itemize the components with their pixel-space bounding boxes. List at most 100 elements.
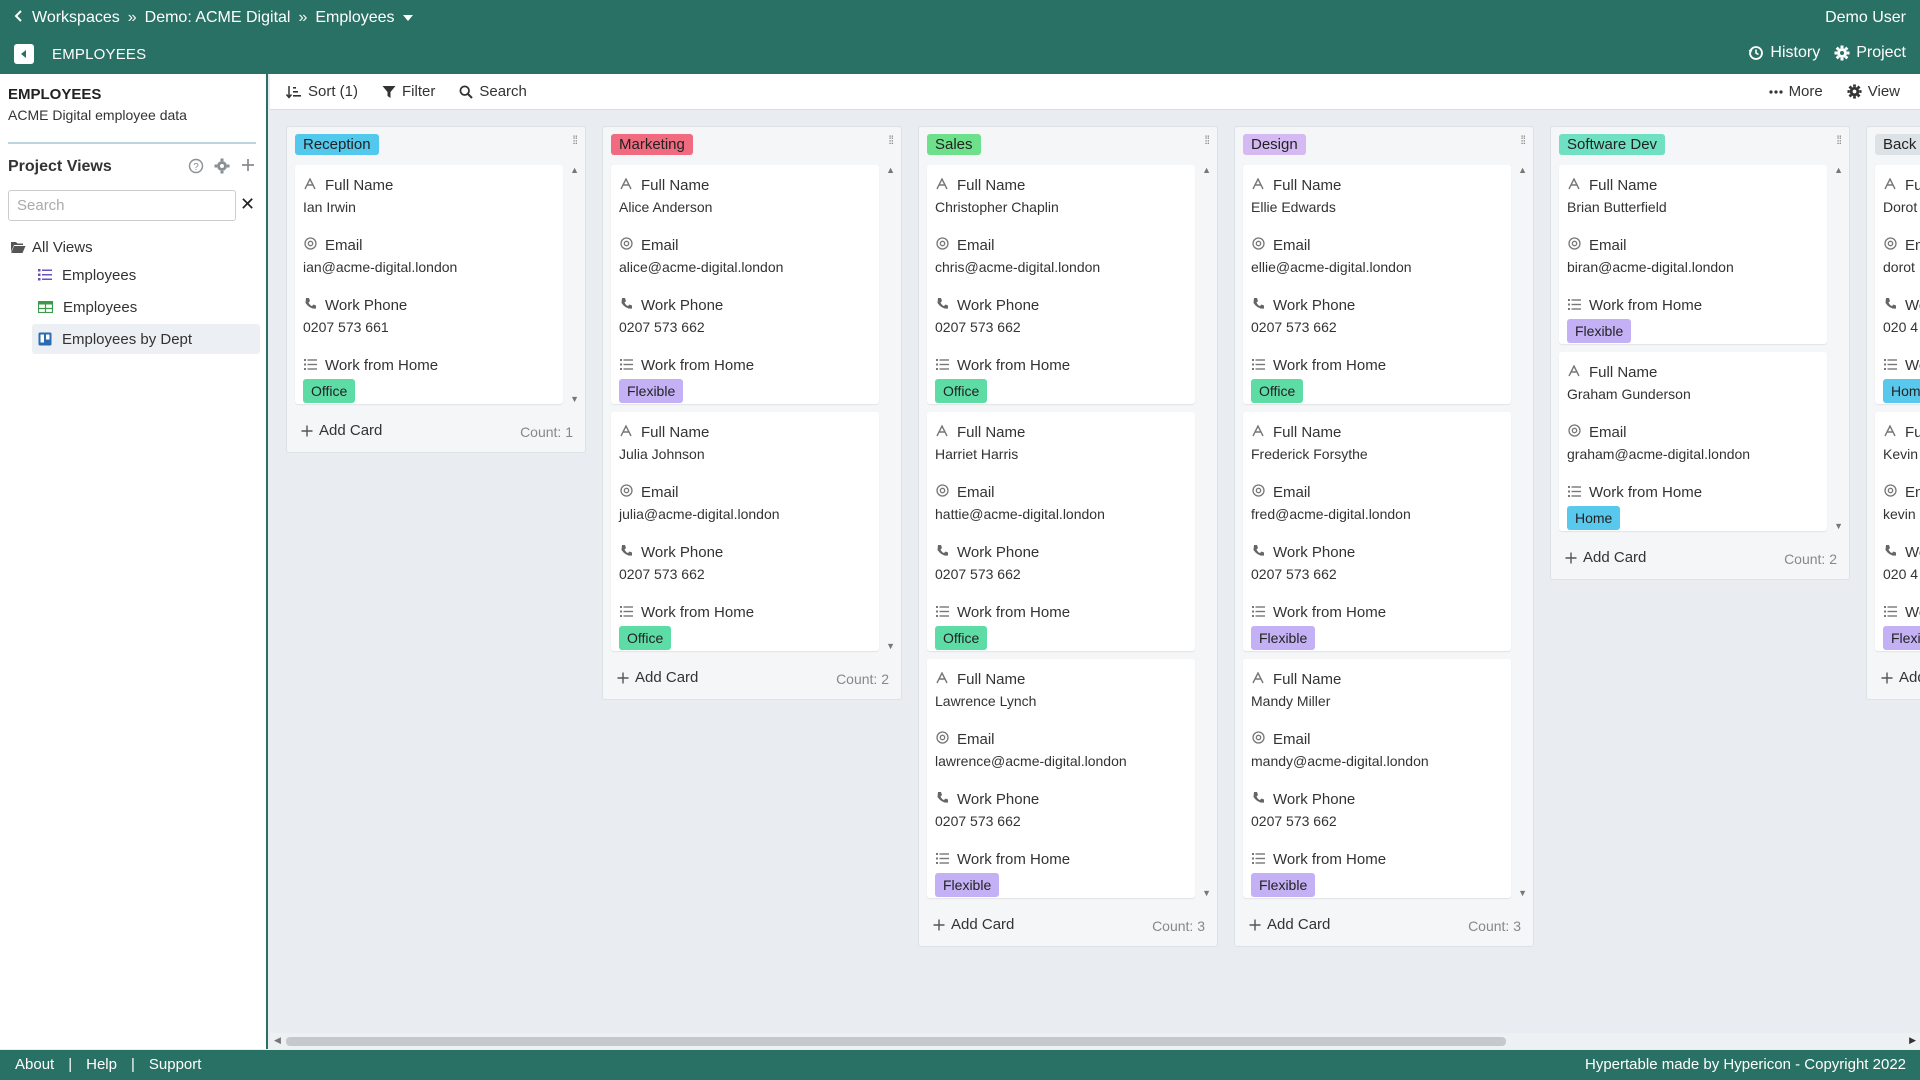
work-from-home-field-label: Work from Home [1251, 848, 1503, 870]
drag-handle-icon[interactable]: ⁞⁞ [1520, 134, 1526, 146]
employee-card[interactable]: Full Name Lawrence Lynch Email lawrence@acm… [927, 659, 1195, 898]
scroll-up-icon[interactable]: ▲ [1834, 165, 1843, 175]
all-views-folder[interactable]: All Views [10, 236, 260, 258]
sort-button[interactable]: Sort (1) [286, 83, 358, 100]
project-button[interactable]: Project [1834, 44, 1906, 62]
board-column: Back⁞⁞▲Full NameDorotEmaildorotWork Phon… [1866, 126, 1920, 700]
column-header[interactable]: Reception ⁞⁞ [287, 127, 585, 165]
scrollbar-thumb[interactable] [286, 1037, 1506, 1046]
employee-card[interactable]: Full Name Harriet Harris Email hattie@acme-… [927, 412, 1195, 651]
full-name-field-label: Full Name [619, 174, 871, 196]
sort-label: Sort (1) [308, 83, 359, 100]
sidebar-item-employees-by-dept[interactable]: Employees by Dept [32, 324, 260, 354]
gear-icon [1834, 45, 1850, 61]
search-button[interactable]: Search [459, 83, 527, 100]
employee-card[interactable]: Full Name Julia Johnson Email julia@acme-di… [611, 412, 879, 651]
view-settings-button[interactable]: View [1847, 83, 1900, 100]
full-name-field-label: Full Name [1883, 421, 1920, 443]
add-view-icon[interactable] [240, 158, 256, 174]
breadcrumb-workspaces[interactable]: Workspaces [32, 9, 120, 27]
chevron-left-icon[interactable] [14, 9, 24, 27]
employee-card[interactable]: Full Name Ellie Edwards Email ellie@acme-di… [1243, 165, 1511, 404]
scroll-up-icon[interactable]: ▲ [570, 165, 579, 175]
drag-handle-icon[interactable]: ⁞⁞ [1204, 134, 1210, 146]
clear-search-icon[interactable]: ✕ [240, 194, 255, 215]
field-label: Full Name [1905, 176, 1920, 194]
work-from-home-icon [935, 358, 949, 373]
scroll-down-icon[interactable]: ▼ [1518, 888, 1527, 898]
work-phone-field-label: Work Phone [935, 294, 1187, 316]
scroll-down-icon[interactable]: ▼ [1834, 521, 1843, 531]
scroll-up-icon[interactable]: ▲ [1202, 165, 1211, 175]
work-phone-icon [619, 544, 633, 560]
work-from-home-icon [1251, 358, 1265, 373]
work-phone-value: 0207 573 661 [303, 319, 389, 335]
work-from-home-field-label: Work from Home [1567, 294, 1819, 316]
drag-handle-icon[interactable]: ⁞⁞ [888, 134, 894, 146]
employee-card[interactable]: Full Name Ian Irwin Email ian@acme-digital.… [295, 165, 563, 404]
add-card-label: Add Card [635, 669, 699, 686]
user-menu[interactable]: Demo User [1825, 9, 1906, 27]
sidebar-item-employees-list[interactable]: Employees [32, 260, 260, 290]
more-button[interactable]: More [1768, 83, 1823, 100]
scroll-right-icon[interactable]: ▶ [1909, 1035, 1916, 1046]
add-card-button[interactable]: Add Card [1881, 669, 1920, 686]
add-card-button[interactable]: Add Card [301, 422, 382, 439]
column-footer: Add Card Count: 3 [919, 906, 1217, 946]
horizontal-scrollbar[interactable]: ◀ ▶ [270, 1033, 1920, 1049]
support-link[interactable]: Support [149, 1056, 202, 1073]
employee-card[interactable]: Full Name Christopher Chaplin Email chris@a… [927, 165, 1195, 404]
add-card-button[interactable]: Add Card [1565, 549, 1646, 566]
column-header[interactable]: Marketing ⁞⁞ [603, 127, 901, 165]
column-header[interactable]: Software Dev ⁞⁞ [1551, 127, 1849, 165]
breadcrumb-project[interactable]: Employees [315, 9, 394, 27]
field-label: Full Name [1589, 363, 1658, 381]
column-header[interactable]: Sales ⁞⁞ [919, 127, 1217, 165]
employee-card[interactable]: Full Name Mandy Miller Email mandy@acme-dig… [1243, 659, 1511, 898]
help-icon[interactable]: ? [188, 158, 204, 174]
scroll-left-icon[interactable]: ◀ [274, 1035, 281, 1046]
add-card-button[interactable]: Add Card [1249, 916, 1330, 933]
scroll-up-icon[interactable]: ▲ [1518, 165, 1527, 175]
email-icon [1251, 237, 1265, 253]
field-label: Work from Home [641, 603, 755, 621]
drag-handle-icon[interactable]: ⁞⁞ [1836, 134, 1842, 146]
card-count: Count: 3 [1152, 918, 1205, 934]
employee-card[interactable]: Full Name Frederick Forsythe Email fred@acm… [1243, 412, 1511, 651]
employee-card[interactable]: Full Name Kevin Email kevin Work Phone 020 4 W… [1875, 412, 1920, 651]
about-link[interactable]: About [15, 1056, 54, 1073]
drag-handle-icon[interactable]: ⁞⁞ [572, 134, 578, 146]
column-title: Back [1875, 134, 1920, 155]
employee-card[interactable]: Full Name Brian Butterfield Email biran@acm… [1559, 165, 1827, 344]
scroll-down-icon[interactable]: ▼ [570, 394, 579, 404]
work-phone-icon [1251, 791, 1265, 807]
work-from-home-badge: Office [619, 626, 672, 650]
employee-card[interactable]: Full Name Alice Anderson Email alice@acme-d… [611, 165, 879, 404]
column-header[interactable]: Design ⁞⁞ [1235, 127, 1533, 165]
sidebar-item-employees-grid[interactable]: Employees [32, 292, 260, 322]
column-header[interactable]: Back⁞⁞ [1867, 127, 1920, 165]
work-from-home-field-label: Work from Home [935, 601, 1187, 623]
employee-card[interactable]: Full Name Graham Gunderson Email graham@acm… [1559, 352, 1827, 531]
collapse-sidebar-button[interactable] [14, 44, 34, 64]
settings-icon[interactable] [214, 158, 230, 174]
history-button[interactable]: History [1748, 44, 1820, 62]
scroll-down-icon[interactable]: ▼ [886, 641, 895, 651]
breadcrumb-workspace[interactable]: Demo: ACME Digital [145, 9, 291, 27]
help-link[interactable]: Help [86, 1056, 117, 1073]
add-card-button[interactable]: Add Card [617, 669, 698, 686]
email-value: hattie@acme-digital.london [935, 506, 1105, 522]
work-from-home-icon [1251, 852, 1265, 867]
employee-card[interactable]: Full Name Dorot Email dorot Work Phone 020 4 W… [1875, 165, 1920, 404]
scroll-up-icon[interactable]: ▲ [886, 165, 895, 175]
scroll-down-icon[interactable]: ▼ [1202, 888, 1211, 898]
work-phone-value: 0207 573 662 [935, 319, 1021, 335]
work-phone-icon [935, 297, 949, 313]
caret-down-icon[interactable] [402, 9, 413, 27]
view-search-input[interactable] [8, 190, 236, 221]
plus-icon [933, 919, 945, 930]
sidebar-item-label: Employees by Dept [62, 330, 193, 348]
filter-button[interactable]: Filter [382, 83, 435, 100]
add-card-button[interactable]: Add Card [933, 916, 1014, 933]
work-phone-field-label: Work Phone [619, 294, 871, 316]
